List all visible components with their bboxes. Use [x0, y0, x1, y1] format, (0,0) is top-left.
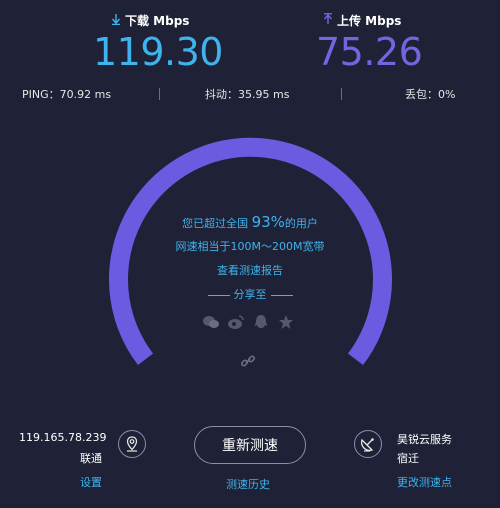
- satellite-dish-icon: [354, 430, 382, 458]
- client-isp: 联通: [80, 452, 102, 465]
- jitter-stat: 抖动：35.95 ms: [205, 88, 290, 101]
- stat-divider: [341, 88, 342, 100]
- link-icon[interactable]: [240, 353, 256, 369]
- download-label: 下载 Mbps: [111, 12, 189, 29]
- download-arrow-icon: [111, 13, 121, 28]
- server-city: 宿迁: [397, 452, 419, 465]
- upload-speed-value: 75.26: [316, 30, 423, 74]
- upload-label: 上传 Mbps: [323, 12, 401, 29]
- qq-icon[interactable]: [251, 314, 271, 334]
- packet-loss-stat: 丢包：0%: [405, 88, 456, 101]
- weibo-icon[interactable]: [226, 314, 246, 334]
- share-label: 分享至: [150, 286, 350, 302]
- server-name: 昊锐云服务: [397, 433, 452, 446]
- favorite-icon[interactable]: [276, 314, 296, 334]
- stat-divider: [159, 88, 160, 100]
- stats-row: PING：70.92 ms 抖动：35.95 ms 丢包：0%: [0, 86, 500, 104]
- upload-arrow-icon: [323, 13, 333, 28]
- bandwidth-equivalent: 网速相当于100M～200M宽带: [175, 240, 325, 253]
- location-icon: [118, 430, 146, 458]
- view-report-link[interactable]: 查看测速报告: [150, 262, 350, 278]
- settings-link[interactable]: 设置: [80, 474, 102, 490]
- wechat-icon[interactable]: [201, 314, 221, 334]
- beat-percent: 93%: [251, 213, 285, 231]
- test-history-link[interactable]: 测速历史: [226, 476, 270, 492]
- download-speed-value: 119.30: [93, 30, 223, 74]
- beat-percentage-text: 您已超过全国 93%的用户: [182, 213, 318, 231]
- retest-button[interactable]: 重新测速: [194, 426, 306, 464]
- ping-stat: PING：70.92 ms: [22, 88, 112, 101]
- change-server-link[interactable]: 更改测速点: [397, 474, 452, 490]
- client-ip: 119.165.78.239: [19, 431, 107, 444]
